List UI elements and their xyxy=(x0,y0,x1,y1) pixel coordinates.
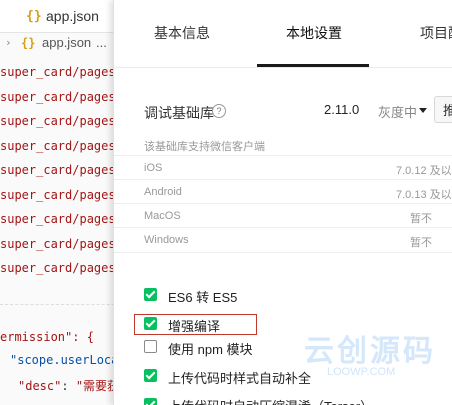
client-row-windows: Windows 暂不 xyxy=(114,227,452,253)
tab-bar: 基本信息 本地设置 项目配 xyxy=(114,0,452,68)
active-tab-indicator xyxy=(257,64,369,67)
support-note: 该基础库支持微信客户端 xyxy=(144,141,265,153)
json-file-icon: {} xyxy=(21,36,36,50)
client-row-android: Android 7.0.13 及以上 xyxy=(114,179,452,204)
json-colon: : xyxy=(61,379,76,393)
code-lines: super_card/pages/m super_card/pages/w su… xyxy=(0,60,130,281)
minify-label[interactable]: 上传代码时自动压缩混淆（Terser） xyxy=(168,396,373,405)
use-npm-checkbox[interactable] xyxy=(144,340,157,353)
client-name: iOS xyxy=(144,162,163,174)
code-line: super_card/pages/w xyxy=(0,89,130,104)
caret-down-icon[interactable] xyxy=(419,108,427,113)
client-name: Windows xyxy=(144,234,189,246)
base-lib-version[interactable]: 2.11.0 xyxy=(324,102,359,117)
code-line: super_card/pages/e xyxy=(0,187,130,202)
client-row-macos: MacOS 暂不 xyxy=(114,203,452,228)
client-version: 暂不 xyxy=(410,237,432,249)
editor-tab-label: app.json xyxy=(46,8,99,24)
json-desc-line: "desc": "需要获 xyxy=(18,377,119,394)
code-line: super_card/pages/i xyxy=(0,261,130,275)
client-name: MacOS xyxy=(144,210,181,222)
client-version: 暂不 xyxy=(410,213,432,225)
client-version: 7.0.12 及以上 xyxy=(396,165,452,177)
auto-prefix-label[interactable]: 上传代码时样式自动补全 xyxy=(168,368,311,387)
chevron-right-icon: › xyxy=(5,36,12,49)
highlight-box xyxy=(134,314,257,335)
base-lib-label: 调试基础库 xyxy=(144,105,214,121)
code-line: super_card/pages/e xyxy=(0,138,130,153)
breadcrumb-ellipsis[interactable]: ... xyxy=(96,35,107,50)
client-name: Android xyxy=(144,186,182,198)
json-file-icon: {} xyxy=(26,9,42,24)
json-desc-key: "desc" xyxy=(18,379,62,393)
code-line: super_card/pages/m xyxy=(0,65,130,79)
code-line: super_card/pages/e xyxy=(0,163,130,177)
project-details-panel: 基本信息 本地设置 项目配 调试基础库 ? 2.11.0 灰度中 推 该基础库支… xyxy=(113,0,452,405)
client-version: 7.0.13 及以上 xyxy=(396,189,452,201)
tab-project-config[interactable]: 项目配 xyxy=(420,23,452,43)
tab-basic-info[interactable]: 基本信息 xyxy=(154,23,210,43)
breadcrumb-file[interactable]: app.json xyxy=(42,35,91,50)
minify-checkbox[interactable] xyxy=(144,398,157,405)
tab-local-settings[interactable]: 本地设置 xyxy=(286,23,342,43)
base-lib-status[interactable]: 灰度中 xyxy=(378,102,417,121)
use-npm-label[interactable]: 使用 npm 模块 xyxy=(168,339,253,358)
code-line: super_card/pages/e xyxy=(0,236,130,251)
push-button[interactable]: 推 xyxy=(434,96,452,123)
json-permission-key: ermission": { xyxy=(0,330,94,344)
es6-to-es5-label[interactable]: ES6 转 ES5 xyxy=(168,287,237,306)
client-row-ios: iOS 7.0.12 及以上 xyxy=(114,155,452,180)
editor-divider xyxy=(0,304,130,305)
watermark-text: 云创源码 xyxy=(304,335,436,368)
es6-to-es5-checkbox[interactable] xyxy=(144,288,157,301)
json-scope-key: "scope.userLocat xyxy=(10,353,126,367)
watermark-url: LOOWP.COM xyxy=(327,366,396,378)
help-icon[interactable]: ? xyxy=(212,104,226,118)
code-line: super_card/pages/e xyxy=(0,114,130,128)
code-line: super_card/pages/e xyxy=(0,212,130,226)
auto-prefix-checkbox[interactable] xyxy=(144,369,157,382)
